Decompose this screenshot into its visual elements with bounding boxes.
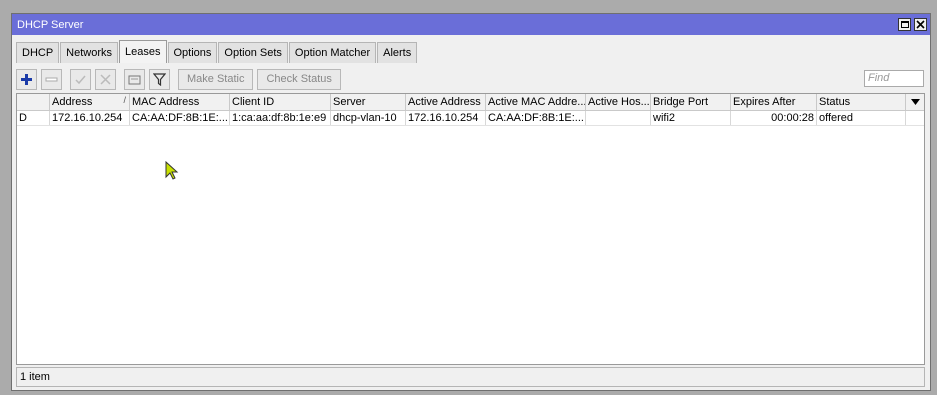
disable-button[interactable] [95,68,116,90]
comment-icon [128,75,141,84]
toolbar: Make Static Check Status Find [16,67,924,91]
tab-dhcp[interactable]: DHCP [16,42,60,63]
tab-option-matcher[interactable]: Option Matcher [288,42,377,63]
close-icon [916,20,925,29]
column-header-status[interactable]: Status [817,94,906,110]
make-static-button[interactable]: Make Static [178,68,254,90]
check-status-button[interactable]: Check Status [257,68,341,90]
dhcp-server-window: DHCP Server DHCP Networks Leases Options… [11,13,931,391]
restore-button[interactable] [898,18,911,31]
comment-button[interactable] [124,68,145,90]
column-header-server[interactable]: Server [331,94,406,110]
cell-mac-address: CA:AA:DF:8B:1E:... [130,111,230,125]
item-count: 1 item [20,371,50,383]
column-header-expires-after[interactable]: Expires After [731,94,817,110]
column-menu-button[interactable] [906,94,923,110]
cell-client-id: 1:ca:aa:df:8b:1e:e9 [230,111,331,125]
tab-bar: DHCP Networks Leases Options Option Sets… [16,40,418,63]
add-icon [21,73,32,85]
column-header-flag[interactable] [17,94,50,110]
leases-table: Address / MAC Address Client ID Server A… [16,93,925,365]
tab-options[interactable]: Options [167,42,218,63]
window-titlebar[interactable]: DHCP Server [12,14,930,35]
cell-bridge-port: wifi2 [651,111,731,125]
disable-icon [100,73,111,85]
status-bar: 1 item [16,367,925,387]
enable-icon [75,75,86,84]
add-button[interactable] [16,68,37,90]
window-title: DHCP Server [17,18,84,31]
find-input[interactable]: Find [864,70,924,87]
filter-button[interactable] [149,68,170,90]
cell-status: offered [817,111,906,125]
column-header-bridge-port[interactable]: Bridge Port [651,94,731,110]
tab-networks[interactable]: Networks [60,42,119,63]
table-header: Address / MAC Address Client ID Server A… [17,94,924,111]
dropdown-arrow-icon [911,99,920,105]
cell-address: 172.16.10.254 [50,111,130,125]
sort-indicator-icon: / [123,95,126,105]
mouse-cursor-icon [165,161,179,180]
table-row[interactable]: D 172.16.10.254 CA:AA:DF:8B:1E:... 1:ca:… [17,111,924,126]
enable-button[interactable] [70,68,91,90]
column-header-address[interactable]: Address / [50,94,130,110]
cell-active-address: 172.16.10.254 [406,111,486,125]
column-header-mac-address[interactable]: MAC Address [130,94,230,110]
restore-icon [900,21,909,28]
column-header-label: Address [52,96,93,108]
column-header-active-address[interactable]: Active Address [406,94,486,110]
cell-active-host [586,111,651,125]
column-header-active-mac[interactable]: Active MAC Addre... [486,94,586,110]
cell-flag: D [17,111,50,125]
tab-leases[interactable]: Leases [119,40,167,63]
filter-icon [153,72,166,86]
cell-server: dhcp-vlan-10 [331,111,406,125]
remove-button[interactable] [41,68,62,90]
tab-alerts[interactable]: Alerts [377,42,418,63]
column-header-client-id[interactable]: Client ID [230,94,331,110]
column-header-active-host[interactable]: Active Hos... [586,94,651,110]
cell-active-mac: CA:AA:DF:8B:1E:... [486,111,586,125]
remove-icon [45,77,58,81]
tab-option-sets[interactable]: Option Sets [218,42,288,63]
close-button[interactable] [914,18,927,31]
cell-expires-after: 00:00:28 [731,111,817,125]
